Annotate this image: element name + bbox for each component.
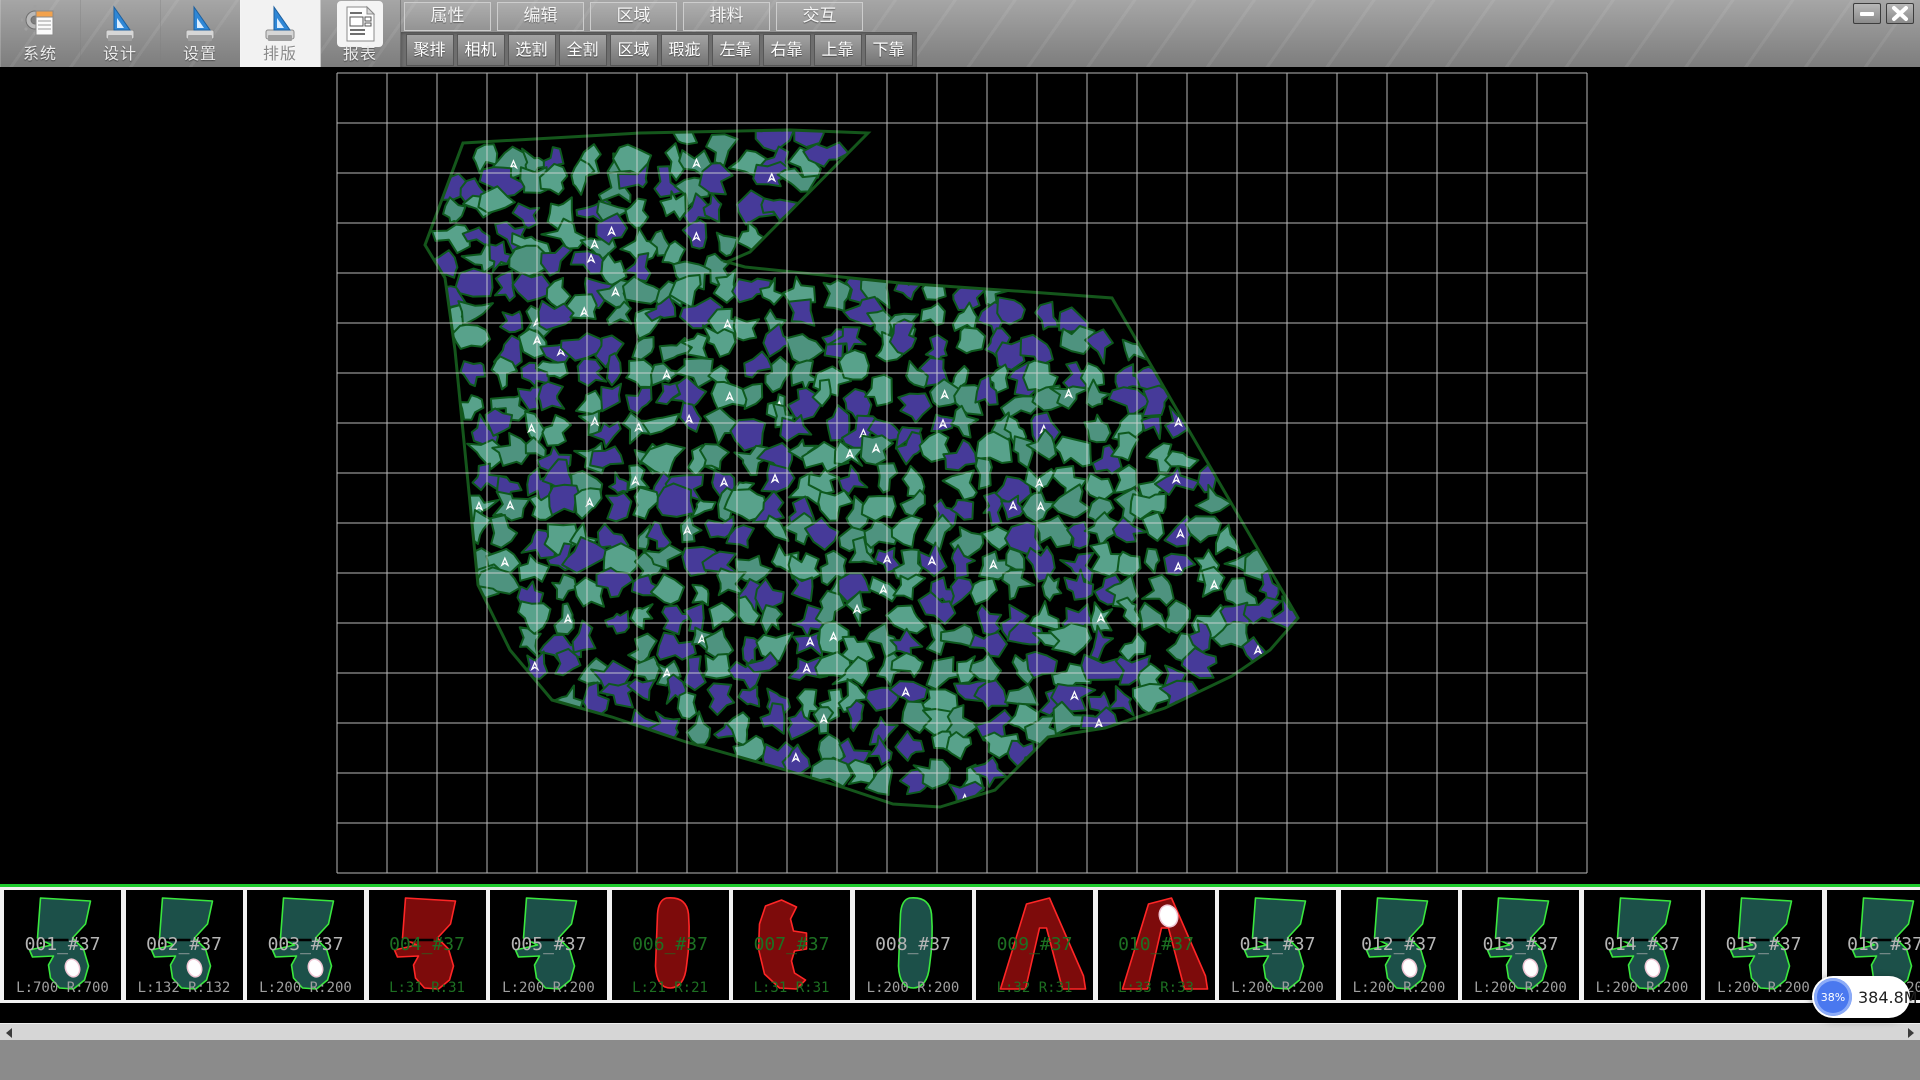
toolbar-item-label: 设计: [80, 40, 160, 64]
piece-thumbnail-label: 013_#37: [1462, 934, 1579, 955]
filmstrip-lower-gap: [0, 1003, 1920, 1023]
toolbar-item-2[interactable]: 设计: [80, 0, 161, 67]
download-pill[interactable]: 38% 384.8M: [1812, 976, 1910, 1018]
toolbar-item-label: 排版: [240, 40, 320, 64]
toolbar-item-4[interactable]: 排版: [240, 0, 321, 67]
horizontal-scrollbar[interactable]: [0, 1023, 1920, 1041]
toolbar-item-5[interactable]: 报表: [320, 0, 401, 67]
piece-thumbnail-2[interactable]: 002_#37 L:132 R:132: [126, 890, 243, 1000]
piece-thumbnail-lr: L:200 R:200: [1462, 980, 1579, 996]
minimize-icon: [1854, 4, 1880, 23]
toolbar-item-label: 报表: [320, 40, 400, 64]
piece-thumbnail-lr: L:200 R:200: [247, 980, 364, 996]
piece-thumbnail-label: 004_#37: [369, 934, 486, 955]
progress-percent: 38%: [1821, 991, 1845, 1004]
piece-filmstrip: 001_#37L:700 R:700002_#37L:132 R:132003_…: [0, 887, 1920, 1003]
tool-button-row: 聚排相机选割全割区域瑕疵左靠右靠上靠下靠: [401, 32, 917, 67]
piece-thumbnail-label: 003_#37: [247, 934, 364, 955]
toolbar-item-3[interactable]: 设置: [160, 0, 241, 67]
toolbar-item-label: 系统: [0, 40, 80, 64]
piece-thumbnail-1[interactable]: 001_#37 L:700 R:700: [4, 890, 121, 1000]
piece-thumbnail-label: 001_#37: [4, 934, 121, 955]
piece-thumbnail-label: 016_#37: [1827, 934, 1920, 955]
piece-thumbnail-15[interactable]: 015_#37 L:200 R:200: [1705, 890, 1822, 1000]
piece-thumbnail-5[interactable]: 005_#37 L:200 R:200: [490, 890, 607, 1000]
piece-thumbnail-lr: L:700 R:700: [4, 980, 121, 996]
nesting-canvas[interactable]: [0, 67, 1920, 884]
piece-thumbnail-14[interactable]: 014_#37 L:200 R:200: [1584, 890, 1701, 1000]
piece-thumbnail-label: 002_#37: [126, 934, 243, 955]
close-icon: [1887, 4, 1913, 23]
scroll-left-icon[interactable]: [0, 1024, 20, 1041]
piece-thumbnail-lr: L:200 R:200: [1584, 980, 1701, 996]
tool-button-1[interactable]: 聚排: [406, 34, 454, 66]
toolbar-item-1[interactable]: 系统: [0, 0, 81, 67]
piece-thumbnail-9[interactable]: 009_#37 L:32 R:31: [976, 890, 1093, 1000]
app-window: 系统设计设置排版报表 属性编辑区域排料交互 聚排相机选割全割区域瑕疵左靠右靠上靠…: [0, 0, 1920, 1080]
main-toolbar: 系统设计设置排版报表 属性编辑区域排料交互 聚排相机选割全割区域瑕疵左靠右靠上靠…: [0, 0, 1920, 68]
piece-thumbnail-4[interactable]: 004_#37 L:31 R:31: [369, 890, 486, 1000]
tool-button-10[interactable]: 下靠: [865, 34, 913, 66]
bottom-status-band: [0, 1040, 1920, 1080]
menu-tab-4[interactable]: 排料: [683, 2, 770, 31]
piece-thumbnail-label: 008_#37: [855, 934, 972, 955]
minimize-button[interactable]: [1853, 3, 1881, 24]
piece-thumbnail-lr: L:31 R:31: [369, 980, 486, 996]
piece-thumbnail-label: 009_#37: [976, 934, 1093, 955]
gear-doc-icon: [20, 4, 60, 44]
menu-tab-5[interactable]: 交互: [776, 2, 863, 31]
piece-thumbnail-lr: L:200 R:200: [855, 980, 972, 996]
ruler-icon: [180, 4, 220, 44]
tool-button-4[interactable]: 全割: [559, 34, 607, 66]
report-icon: [340, 4, 380, 44]
piece-thumbnail-11[interactable]: 011_#37 L:200 R:200: [1219, 890, 1336, 1000]
piece-thumbnail-10[interactable]: 010_#37 L:33 R:33: [1098, 890, 1215, 1000]
tool-button-5[interactable]: 区域: [610, 34, 658, 66]
ruler-icon: [100, 4, 140, 44]
tool-button-6[interactable]: 瑕疵: [661, 34, 709, 66]
tool-button-3[interactable]: 选割: [508, 34, 556, 66]
piece-thumbnail-label: 015_#37: [1705, 934, 1822, 955]
menu-tab-1[interactable]: 属性: [404, 2, 491, 31]
close-button[interactable]: [1886, 3, 1914, 24]
menu-tab-2[interactable]: 编辑: [497, 2, 584, 31]
piece-thumbnail-8[interactable]: 008_#37 L:200 R:200: [855, 890, 972, 1000]
piece-thumbnail-lr: L:33 R:33: [1098, 980, 1215, 996]
tool-button-2[interactable]: 相机: [457, 34, 505, 66]
piece-thumbnail-7[interactable]: 007_#37 L:31 R:31: [733, 890, 850, 1000]
piece-thumbnail-label: 014_#37: [1584, 934, 1701, 955]
tool-button-9[interactable]: 上靠: [814, 34, 862, 66]
progress-badge: 38%: [1814, 978, 1852, 1016]
piece-thumbnail-label: 007_#37: [733, 934, 850, 955]
piece-thumbnail-3[interactable]: 003_#37 L:200 R:200: [247, 890, 364, 1000]
menu-tab-3[interactable]: 区域: [590, 2, 677, 31]
toolbar-item-label: 设置: [160, 40, 240, 64]
piece-thumbnail-lr: L:132 R:132: [126, 980, 243, 996]
ruler-icon: [260, 4, 300, 44]
piece-thumbnail-lr: L:200 R:200: [1219, 980, 1336, 996]
piece-thumbnail-lr: L:32 R:31: [976, 980, 1093, 996]
piece-thumbnail-label: 005_#37: [490, 934, 607, 955]
download-size: 384.8M: [1858, 976, 1918, 1018]
piece-thumbnail-lr: L:200 R:200: [1705, 980, 1822, 996]
piece-thumbnail-label: 012_#37: [1341, 934, 1458, 955]
piece-thumbnail-lr: L:200 R:200: [1341, 980, 1458, 996]
piece-thumbnail-lr: L:200 R:200: [490, 980, 607, 996]
piece-thumbnail-6[interactable]: 006_#37 L:21 R:21: [612, 890, 729, 1000]
piece-thumbnail-13[interactable]: 013_#37 L:200 R:200: [1462, 890, 1579, 1000]
piece-thumbnail-lr: L:21 R:21: [612, 980, 729, 996]
piece-thumbnail-label: 006_#37: [612, 934, 729, 955]
scroll-right-icon[interactable]: [1900, 1024, 1920, 1041]
tool-button-7[interactable]: 左靠: [712, 34, 760, 66]
piece-thumbnail-12[interactable]: 012_#37 L:200 R:200: [1341, 890, 1458, 1000]
nesting-canvas-svg: [0, 67, 1920, 884]
piece-thumbnail-lr: L:31 R:31: [733, 980, 850, 996]
tool-button-8[interactable]: 右靠: [763, 34, 811, 66]
window-controls: [1853, 3, 1914, 24]
piece-thumbnail-label: 011_#37: [1219, 934, 1336, 955]
menu-tab-row: 属性编辑区域排料交互: [404, 2, 863, 31]
piece-thumbnail-label: 010_#37: [1098, 934, 1215, 955]
